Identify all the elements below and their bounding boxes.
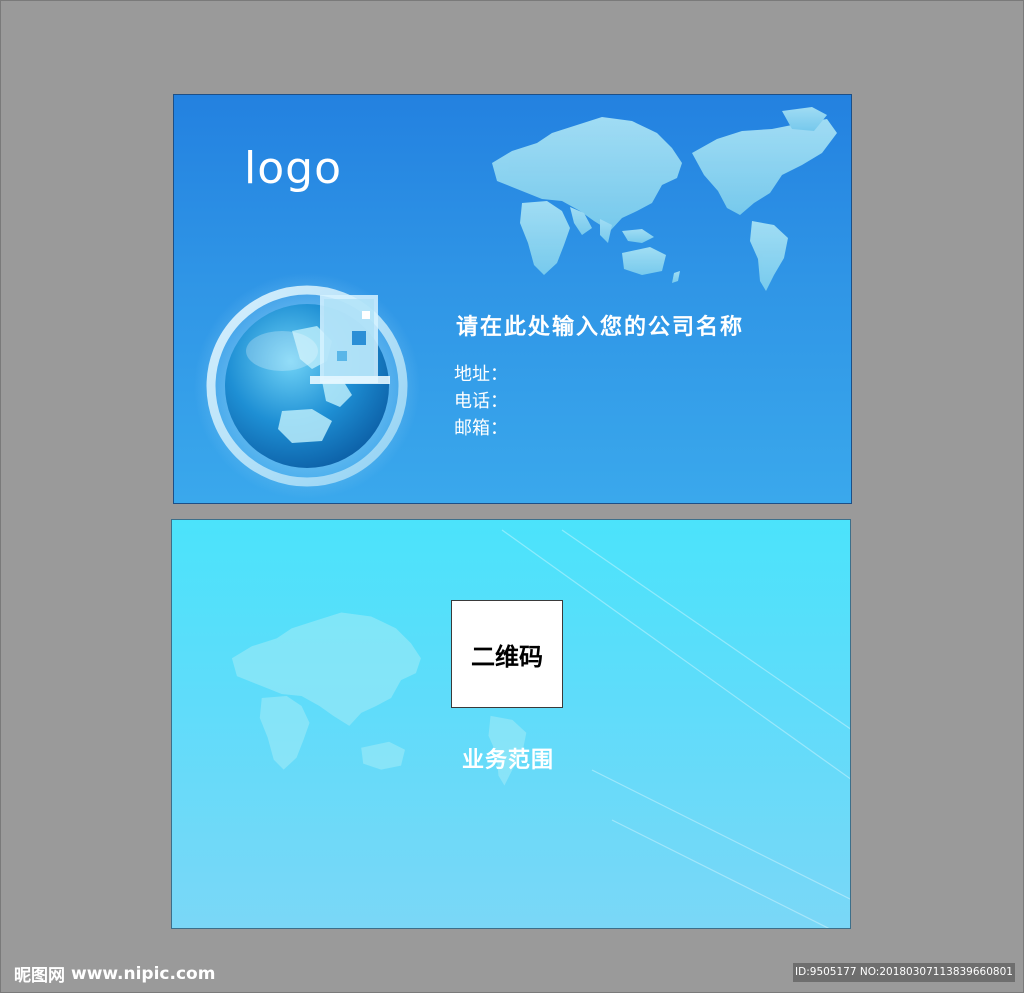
email-label: 邮箱： <box>454 418 508 439</box>
site-url: www.nipic.com <box>71 963 216 984</box>
world-map-icon <box>492 107 837 291</box>
globe-icon <box>194 273 420 499</box>
address-label: 地址： <box>454 364 508 385</box>
business-scope-heading: 业务范围 <box>462 748 555 773</box>
phone-label: 电话： <box>454 391 508 412</box>
qr-code-label: 二维码 <box>471 641 543 671</box>
site-watermark: 昵图网 www.nipic.com <box>14 961 216 987</box>
business-card-front: logo 请在此处输入您的公司名称 地址： 电话： 邮箱： <box>173 94 852 504</box>
company-name: 请在此处输入您的公司名称 <box>456 315 745 340</box>
contact-info: 地址： 电话： 邮箱： <box>454 361 508 442</box>
site-name: 昵图网 <box>14 966 65 986</box>
image-id-watermark: ID:9505177 NO:20180307113839660801 <box>793 963 1015 982</box>
qr-code-placeholder: 二维码 <box>451 600 563 708</box>
logo-placeholder: logo <box>244 143 342 194</box>
business-card-back: 二维码 业务范围 <box>171 519 851 929</box>
